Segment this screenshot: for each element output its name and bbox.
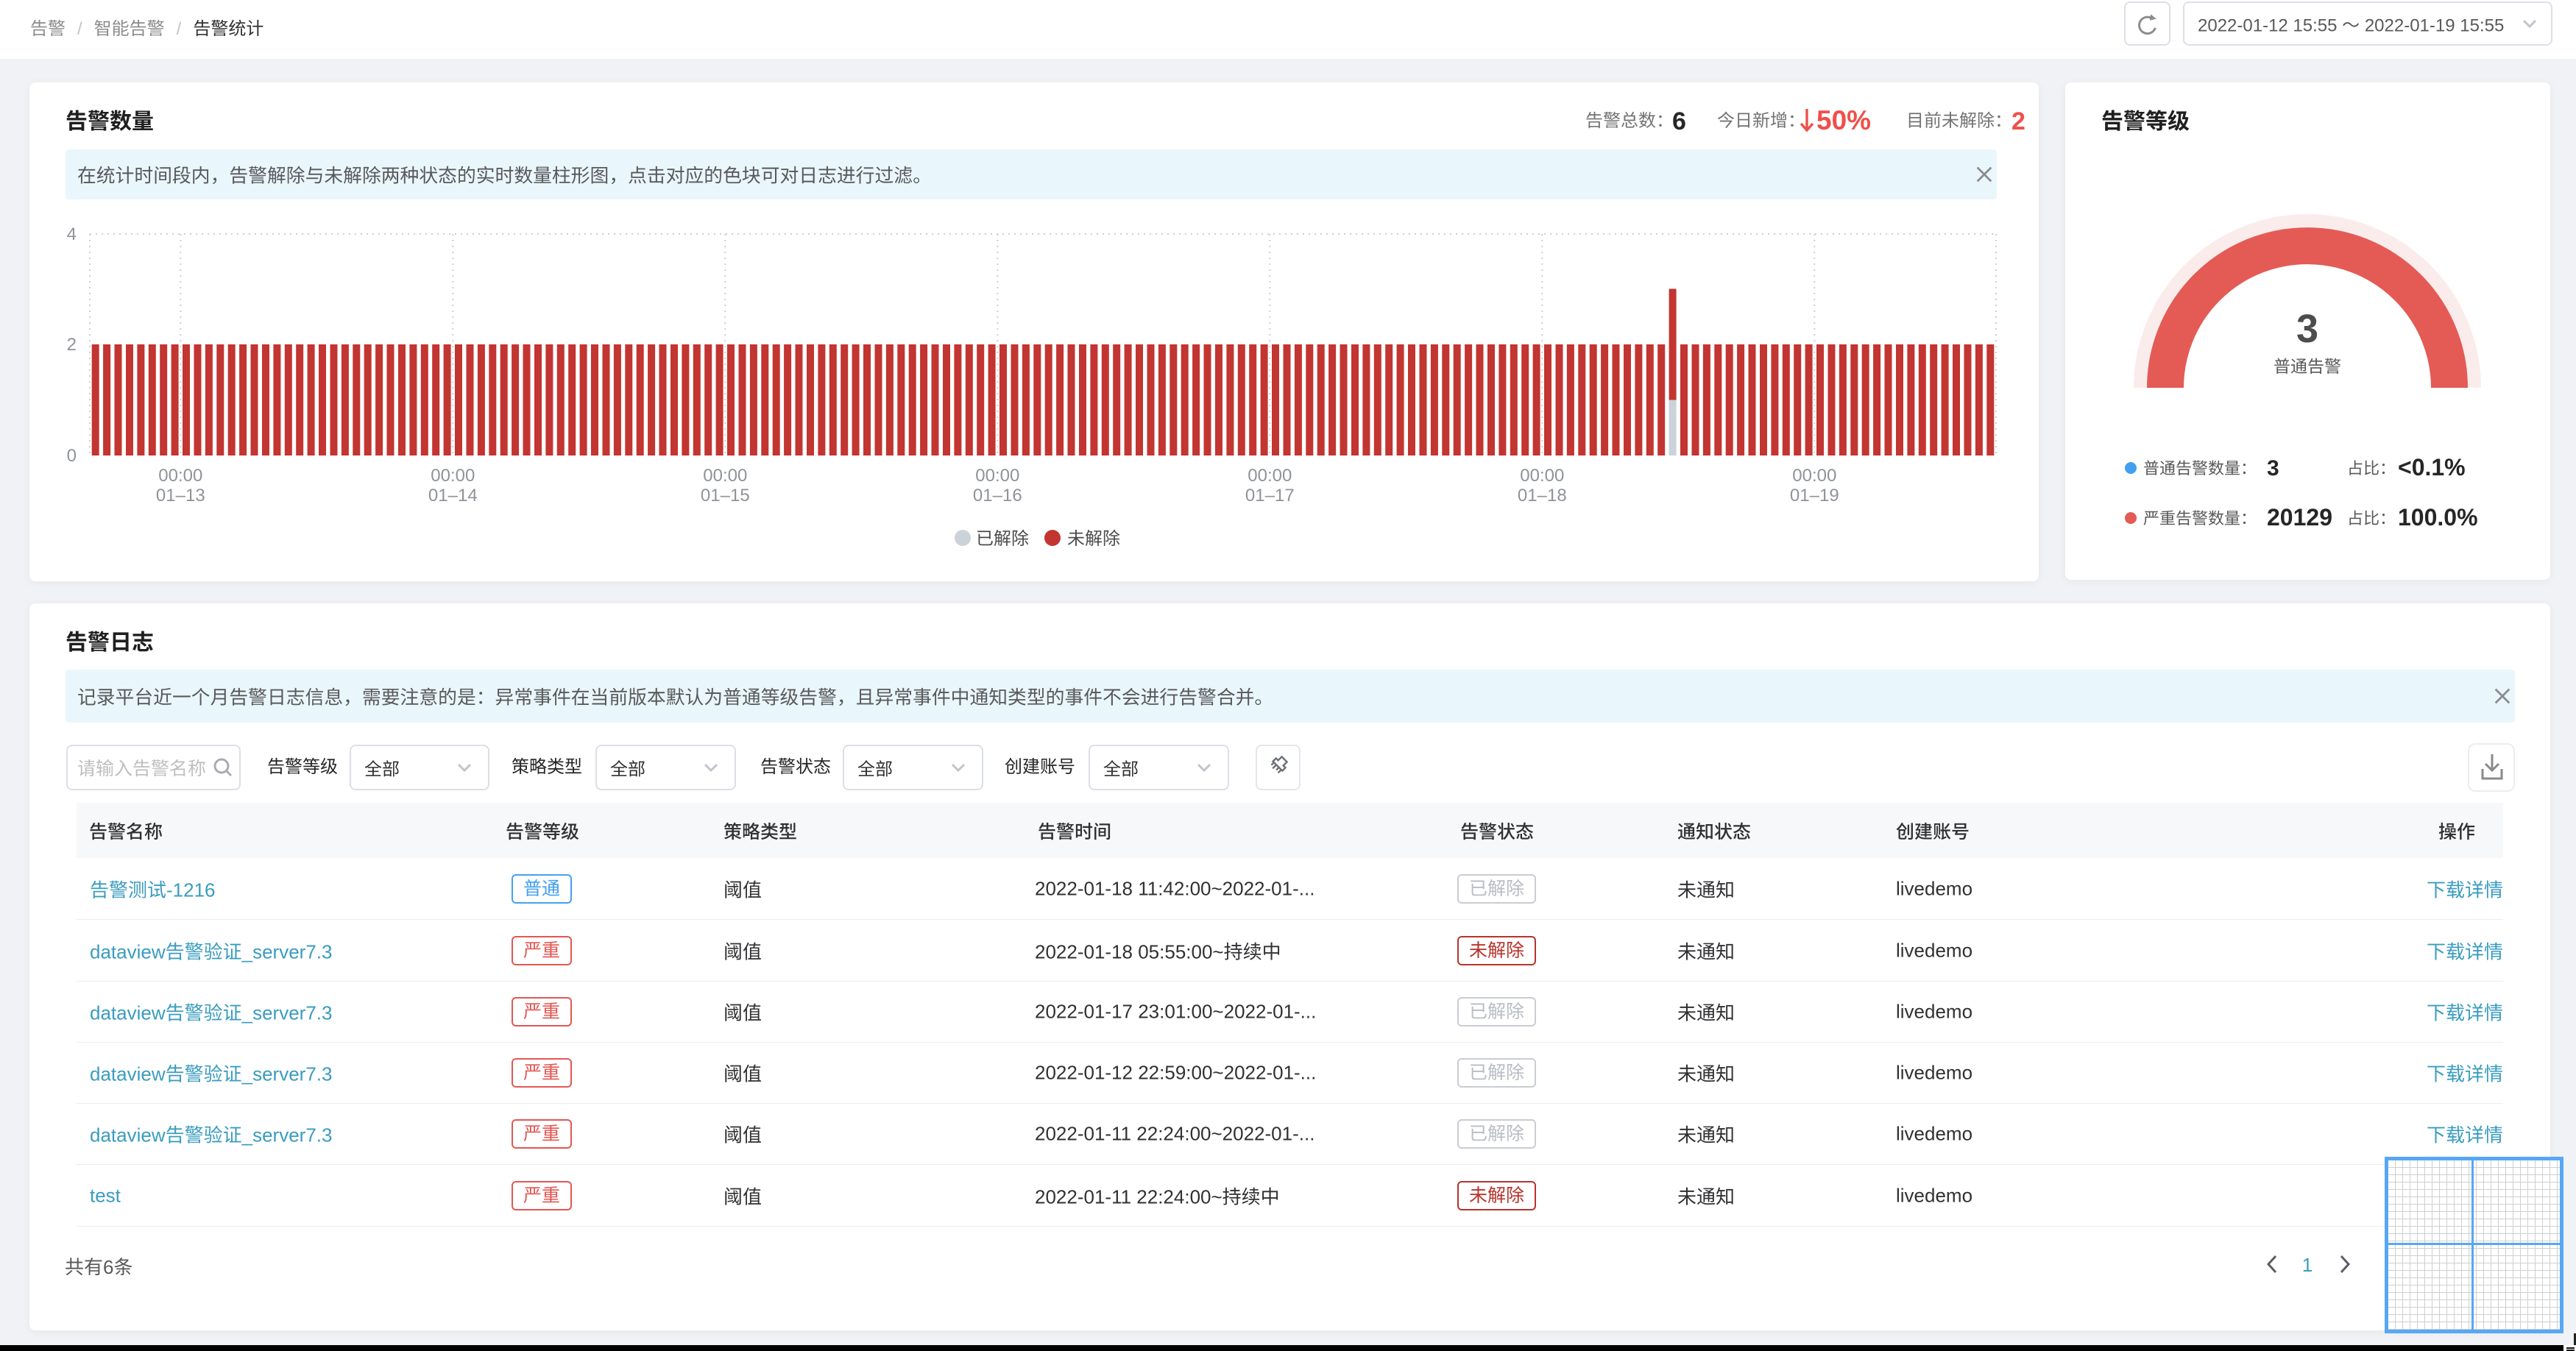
svg-text:3: 3	[2296, 307, 2318, 351]
svg-text:4: 4	[67, 224, 77, 244]
svg-text:00:00: 00:00	[975, 466, 1019, 486]
svg-text:1: 1	[2302, 1254, 2313, 1276]
svg-text:未解除: 未解除	[1067, 529, 1120, 549]
svg-text:00:00: 00:00	[1248, 466, 1292, 486]
svg-text:20129: 20129	[2267, 504, 2332, 531]
svg-text:00:00: 00:00	[703, 466, 747, 486]
svg-text:01–18: 01–18	[1518, 486, 1567, 506]
svg-text:00:00: 00:00	[431, 466, 475, 486]
svg-text:01–19: 01–19	[1790, 486, 1839, 506]
svg-text:00:00: 00:00	[158, 466, 202, 486]
svg-text:占比：: 占比：	[2347, 455, 2396, 479]
svg-text:01–16: 01–16	[973, 486, 1022, 506]
svg-text:严重告警数量：: 严重告警数量：	[2143, 506, 2257, 529]
svg-text:100.0%: 100.0%	[2398, 504, 2478, 531]
svg-text:01–15: 01–15	[701, 486, 750, 506]
svg-text:01–13: 01–13	[156, 486, 205, 506]
svg-text:普通告警: 普通告警	[2274, 352, 2341, 377]
svg-text:0: 0	[67, 446, 77, 466]
svg-text:00:00: 00:00	[1792, 466, 1836, 486]
svg-text:3: 3	[2267, 456, 2279, 481]
svg-text:普通告警数量：: 普通告警数量：	[2143, 455, 2257, 479]
svg-text:01–14: 01–14	[428, 486, 478, 506]
svg-text:01–17: 01–17	[1245, 486, 1295, 506]
svg-text:已解除: 已解除	[976, 529, 1029, 549]
svg-text:00:00: 00:00	[1520, 466, 1564, 486]
svg-text:占比：: 占比：	[2347, 506, 2396, 529]
svg-text:2: 2	[67, 335, 77, 355]
svg-text:<0.1%: <0.1%	[2398, 454, 2466, 481]
